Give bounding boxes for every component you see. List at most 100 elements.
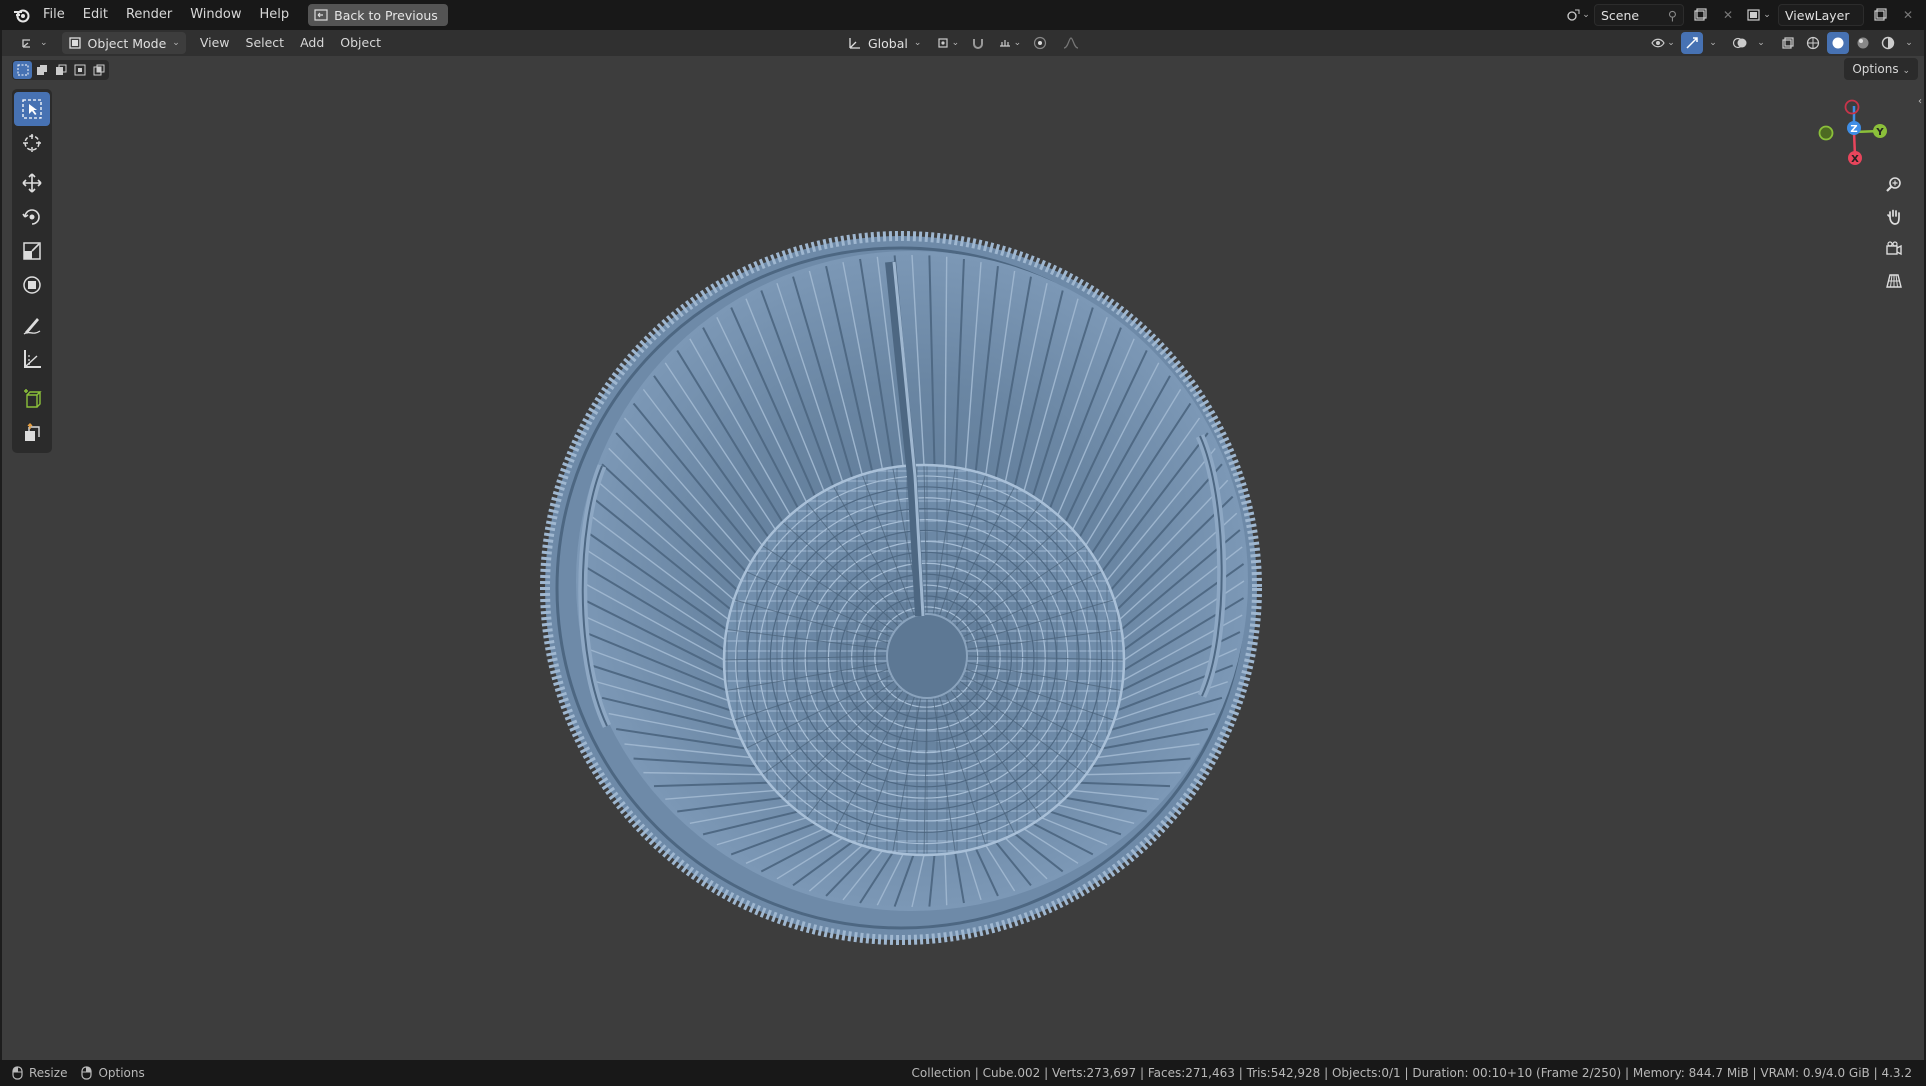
tool-transform[interactable] bbox=[14, 268, 50, 302]
back-to-previous-button[interactable]: Back to Previous bbox=[308, 4, 448, 26]
extrude-icon bbox=[25, 423, 40, 441]
view-layer-field[interactable]: ViewLayer bbox=[1778, 4, 1864, 26]
overlays-dropdown-icon[interactable]: ⌄ bbox=[1754, 32, 1768, 54]
floor-center-knot bbox=[886, 613, 968, 699]
mouse-left-icon bbox=[12, 1066, 23, 1080]
menu-select[interactable]: Select bbox=[238, 32, 293, 54]
select-subtract-icon[interactable] bbox=[51, 61, 70, 79]
snap-toggle-icon[interactable] bbox=[967, 32, 989, 54]
pin-icon[interactable]: ⚲ bbox=[1668, 8, 1677, 23]
delete-scene-icon[interactable]: ✕ bbox=[1716, 4, 1740, 26]
menu-help[interactable]: Help bbox=[251, 4, 299, 26]
menu-object[interactable]: Object bbox=[332, 32, 389, 54]
new-scene-icon[interactable] bbox=[1688, 4, 1712, 26]
move-icon bbox=[22, 173, 42, 193]
orientation-label: Global bbox=[868, 35, 908, 51]
menu-view[interactable]: View bbox=[192, 32, 238, 54]
mode-dropdown[interactable]: Object Mode ⌄ bbox=[61, 32, 186, 54]
visibility-icon[interactable]: ⌄ bbox=[1648, 32, 1678, 54]
object-mode-icon bbox=[68, 37, 81, 49]
status-hint-options-label: Options bbox=[98, 1066, 145, 1080]
tool-select-box[interactable] bbox=[14, 92, 50, 126]
select-invert-icon[interactable] bbox=[70, 61, 89, 79]
view-layer-name: ViewLayer bbox=[1785, 7, 1850, 23]
proportional-editing-icon[interactable] bbox=[1029, 32, 1051, 54]
tool-scale[interactable] bbox=[14, 234, 50, 268]
gizmo-toggle-icon[interactable] bbox=[1681, 32, 1703, 54]
scene-name-field[interactable]: Scene ⚲ bbox=[1594, 4, 1684, 26]
tool-rotate[interactable] bbox=[14, 200, 50, 234]
topbar-right: ⌄ Scene ⚲ ✕ ⌄ ViewLayer ✕ bbox=[1566, 0, 1926, 30]
add-cube-icon bbox=[24, 389, 42, 408]
transform-icon bbox=[23, 276, 41, 294]
menu-render[interactable]: Render bbox=[117, 4, 181, 26]
pivot-point-icon[interactable]: ⌄ bbox=[933, 32, 961, 54]
editor-type-button[interactable]: ⌄ bbox=[12, 32, 56, 54]
orientation-axes-icon bbox=[849, 38, 860, 49]
tool-annotate[interactable] bbox=[14, 308, 50, 342]
falloff-icon[interactable] bbox=[1057, 32, 1085, 54]
menu-add[interactable]: Add bbox=[292, 32, 332, 54]
camera-view-icon[interactable] bbox=[1880, 236, 1908, 262]
viewport-header: ⌄ Object Mode ⌄ View Select Add Object G… bbox=[2, 30, 1924, 56]
pan-hand-icon[interactable] bbox=[1880, 204, 1908, 230]
status-bar: Resize Options Collection | Cube.002 | V… bbox=[0, 1060, 1926, 1086]
material-shading-icon[interactable] bbox=[1852, 32, 1874, 54]
transform-orientation-dropdown[interactable]: Global ⌄ bbox=[842, 32, 927, 54]
scene-statistics: Collection | Cube.002 | Verts:273,697 | … bbox=[911, 1066, 1912, 1080]
y-axis-label: Y bbox=[1875, 127, 1884, 138]
x-axis-label: X bbox=[1851, 154, 1859, 165]
blender-logo-icon[interactable] bbox=[8, 2, 34, 28]
snap-target-icon[interactable]: ⌄ bbox=[995, 32, 1023, 54]
orthographic-grid-icon[interactable] bbox=[1880, 268, 1908, 294]
status-hint-resize: Resize bbox=[12, 1066, 67, 1080]
overlays-toggle-icon[interactable] bbox=[1729, 32, 1751, 54]
status-hint-options: Options bbox=[81, 1066, 145, 1080]
wicker-basket-model[interactable] bbox=[2, 56, 1924, 1060]
measure-ruler-icon bbox=[24, 350, 41, 368]
menu-file[interactable]: File bbox=[34, 4, 74, 26]
neg-y-axis-ball[interactable] bbox=[1818, 125, 1834, 141]
tool-extrude[interactable] bbox=[14, 416, 50, 450]
annotate-pencil-icon bbox=[23, 318, 41, 335]
delete-view-layer-icon[interactable]: ✕ bbox=[1896, 4, 1920, 26]
options-label: Options bbox=[1852, 62, 1899, 76]
menu-window[interactable]: Window bbox=[181, 4, 250, 26]
cursor-icon bbox=[23, 134, 41, 152]
xray-toggle-icon[interactable] bbox=[1777, 32, 1799, 54]
tool-move[interactable] bbox=[14, 166, 50, 200]
tool-measure[interactable] bbox=[14, 342, 50, 376]
top-menu-bar: File Edit Render Window Help Back to Pre… bbox=[0, 0, 1926, 30]
back-to-previous-label: Back to Previous bbox=[334, 7, 438, 23]
wireframe-shading-icon[interactable] bbox=[1802, 32, 1824, 54]
select-extend-icon[interactable] bbox=[32, 61, 51, 79]
back-screen-icon bbox=[314, 9, 328, 21]
tool-add-cube[interactable] bbox=[14, 382, 50, 416]
3d-viewport[interactable]: Options ⌄ Z Y X ‹ bbox=[2, 56, 1924, 1060]
solid-shading-icon[interactable] bbox=[1827, 32, 1849, 54]
select-intersect-icon[interactable] bbox=[89, 61, 108, 79]
transform-controls: Global ⌄ ⌄ ⌄ bbox=[842, 32, 1085, 54]
tool-cursor[interactable] bbox=[14, 126, 50, 160]
select-new-icon[interactable] bbox=[13, 61, 32, 79]
rotate-icon bbox=[22, 209, 40, 225]
menu-edit[interactable]: Edit bbox=[74, 4, 117, 26]
scene-name: Scene bbox=[1601, 7, 1640, 23]
sidebar-toggle-icon[interactable]: ‹ bbox=[1918, 96, 1922, 107]
status-hints: Resize Options bbox=[0, 1066, 145, 1080]
new-view-layer-icon[interactable] bbox=[1868, 4, 1892, 26]
viewport-options-button[interactable]: Options ⌄ bbox=[1844, 58, 1918, 80]
rendered-shading-icon[interactable] bbox=[1877, 32, 1899, 54]
shading-dropdown-icon[interactable]: ⌄ bbox=[1902, 32, 1916, 54]
view-layer-browse-icon[interactable]: ⌄ bbox=[1744, 4, 1774, 26]
gizmo-dropdown-icon[interactable]: ⌄ bbox=[1706, 32, 1720, 54]
mode-label: Object Mode bbox=[87, 35, 167, 51]
zoom-icon[interactable] bbox=[1880, 172, 1908, 198]
mouse-right-icon bbox=[81, 1066, 93, 1080]
selection-mode-buttons bbox=[12, 60, 109, 80]
header-right-controls: ⌄ ⌄ ⌄ ⌄ bbox=[1648, 32, 1916, 54]
select-box-icon bbox=[22, 99, 42, 119]
status-hint-resize-label: Resize bbox=[29, 1066, 68, 1080]
neg-x-axis-ball[interactable] bbox=[1844, 99, 1860, 115]
scene-browse-icon[interactable]: ⌄ bbox=[1566, 4, 1590, 26]
